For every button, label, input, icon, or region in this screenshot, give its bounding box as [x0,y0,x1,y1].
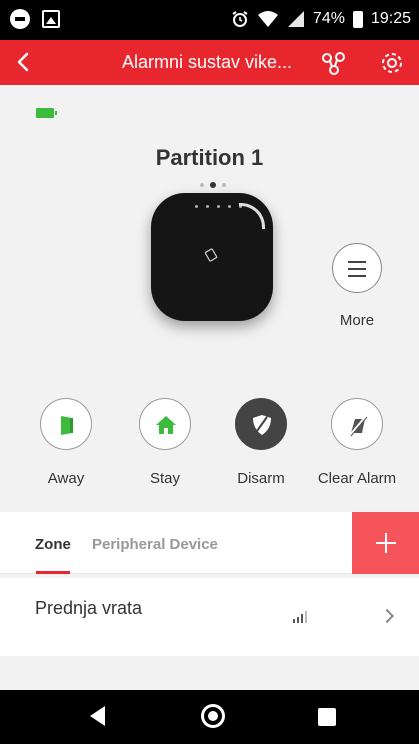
clear-alarm-label: Clear Alarm [317,470,397,487]
more-button[interactable] [332,243,382,293]
home-icon [156,416,176,434]
device-battery-indicator [36,108,57,118]
away-button[interactable] [40,398,92,450]
page-dot [200,183,204,187]
more-label: More [339,312,375,329]
app-bar: Alarmni sustav vike... [0,40,419,85]
tab-bar: Zone Peripheral Device [0,512,419,574]
menu-icon [348,261,366,282]
signal-bars-icon [293,611,307,623]
system-nav-bar [0,690,419,744]
nav-recent-icon[interactable] [318,708,336,726]
add-button[interactable] [352,512,419,574]
hub-leds [195,205,242,208]
clock: 19:25 [370,10,411,27]
disarm-label: Disarm [237,470,285,487]
tab-peripheral-device[interactable]: Peripheral Device [92,536,218,553]
away-icon [61,416,73,435]
status-bar: 74% 19:25 [0,0,419,40]
stay-button[interactable] [139,398,191,450]
nav-home-icon[interactable] [201,704,225,728]
hub-arc [239,203,265,229]
tab-zone-underline [36,571,70,574]
zone-name: Prednja vrata [35,598,143,618]
page-indicator [200,182,226,188]
alarm-clock-icon [232,11,248,27]
nav-back-icon[interactable] [90,706,105,726]
wifi-icon [257,11,278,27]
image-icon [42,10,60,28]
stay-label: Stay [149,470,180,487]
chevron-right-icon [379,608,395,624]
alarm-hub-image [151,193,273,321]
tab-zone[interactable]: Zone [35,536,71,553]
shield-icon [253,415,271,435]
hub-tag-icon [204,248,218,262]
page-dot [222,183,226,187]
signal-icon [287,11,304,27]
battery-icon [352,10,363,28]
page-dot-active [210,182,216,188]
minus-circle-icon [10,9,30,29]
partition-title: Partition 1 [155,145,264,170]
away-label: Away [47,470,85,487]
clear-alarm-icon [349,415,368,437]
settings-icon[interactable] [378,49,406,77]
battery-percent: 74% [312,10,345,27]
share-icon[interactable] [319,49,347,77]
zone-list-item[interactable]: Prednja vrata [0,578,419,656]
back-icon[interactable] [10,48,38,76]
disarm-button[interactable] [235,398,287,450]
app-title: Alarmni sustav vike... [122,52,293,72]
clear-alarm-button[interactable] [331,398,383,450]
